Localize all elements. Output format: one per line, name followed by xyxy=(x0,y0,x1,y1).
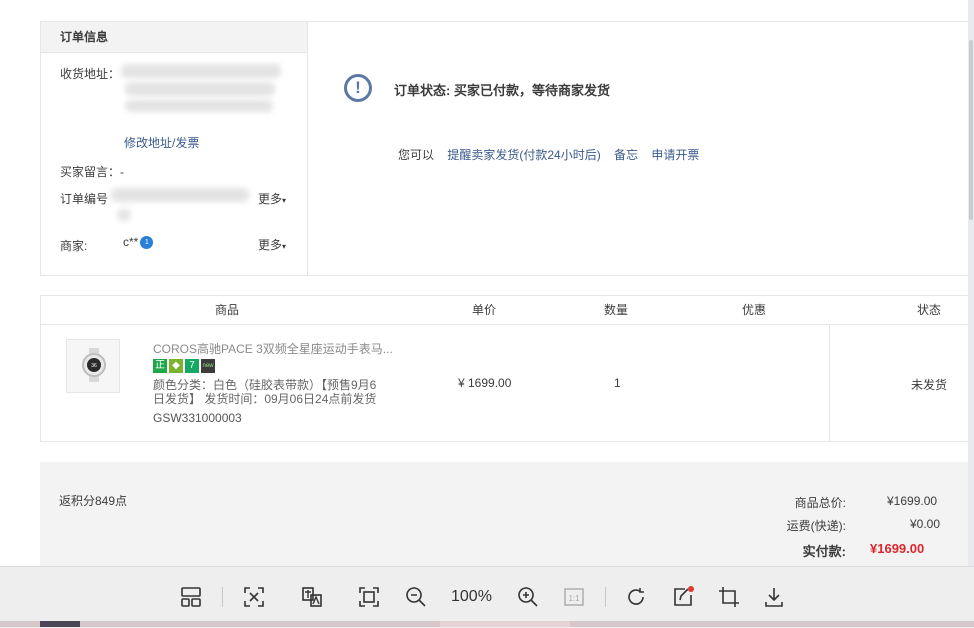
exclamation-circle-icon: ! xyxy=(344,74,372,102)
crop-icon xyxy=(719,587,739,607)
translate-button[interactable] xyxy=(298,583,326,611)
shipping-value: ¥0.00 xyxy=(910,517,941,531)
svg-text:36: 36 xyxy=(91,363,97,369)
background-window-strip xyxy=(0,621,974,627)
memo-link[interactable]: 备忘 xyxy=(614,148,638,162)
seller-label: 商家: xyxy=(60,239,88,253)
genuine-tag-icon: 正 xyxy=(153,358,167,373)
redacted-order-number xyxy=(117,209,131,221)
download-icon xyxy=(765,588,783,607)
redacted-address-line xyxy=(121,64,281,78)
product-sku: 颜色分类：白色（硅胶表带款）【预售9月6 日发货】 发货时间：09月06日24点… xyxy=(153,378,393,406)
extract-text-button[interactable] xyxy=(240,583,268,611)
rotate-button[interactable] xyxy=(622,583,650,611)
layout-button[interactable] xyxy=(177,583,205,611)
seller-name[interactable]: c** 1 xyxy=(123,235,154,250)
redacted-order-number xyxy=(111,188,249,202)
actual-size-icon: 1:1 xyxy=(564,588,584,606)
fit-screen-icon xyxy=(359,587,379,607)
modify-address-link[interactable]: 修改地址/发票 xyxy=(124,134,199,151)
goods-total-value: ¥1699.00 xyxy=(887,494,938,508)
buyer-message-label: 买家留言：- xyxy=(60,163,124,180)
header-discount: 优惠 xyxy=(742,303,767,317)
chevron-down-icon: ▾ xyxy=(281,196,286,205)
header-goods: 商品 xyxy=(215,303,240,317)
order-info-panel: 订单信息 收货地址： 修改地址/发票 买家留言：- 订单编号 更多▾ 商家: c… xyxy=(40,21,308,276)
redacted-address-line xyxy=(125,100,273,112)
buyer-message-value: - xyxy=(120,165,125,179)
product-thumbnail[interactable]: 36 xyxy=(66,339,120,393)
goods-table: 商品 单价 数量 优惠 状态 36 COROS高驰PACE 3双频全星座运动手表… xyxy=(40,295,974,442)
paid-value: ¥1699.00 xyxy=(870,541,925,556)
actual-size-button[interactable]: 1:1 xyxy=(560,583,588,611)
rotate-icon xyxy=(628,588,644,605)
crop-button[interactable] xyxy=(715,583,743,611)
edit-icon xyxy=(674,586,694,606)
product-tags: 正 ◆ 7 new xyxy=(153,358,217,373)
remind-seller-link[interactable]: 提醒卖家发货(付款24小时后) xyxy=(447,148,600,162)
edit-button[interactable] xyxy=(669,583,697,611)
order-actions: 您可以 提醒卖家发货(付款24小时后) 备忘 申请开票 xyxy=(398,146,699,163)
order-number-label: 订单编号 xyxy=(60,192,109,206)
reward-points: 返积分849点 xyxy=(59,494,128,508)
goods-total-label: 商品总价: xyxy=(794,496,846,510)
layout-icon xyxy=(181,587,201,607)
background-window-fragment xyxy=(440,621,570,627)
order-totals: 返积分849点 商品总价: ¥1699.00 运费(快递): ¥0.00 实付款… xyxy=(40,462,974,572)
state-value: 未发货 xyxy=(911,378,948,392)
toolbar-divider xyxy=(222,587,223,607)
android-tag-icon: ◆ xyxy=(169,358,183,373)
seller-name-text: c** xyxy=(123,235,139,249)
scrollbar-thumb[interactable] xyxy=(969,40,973,220)
redacted-address-line xyxy=(125,82,275,96)
sku-line-1: 颜色分类：白色（硅胶表带款）【预售9月6 xyxy=(153,378,377,392)
image-viewer-toolbar: 100% 1:1 xyxy=(0,566,974,628)
paid-label: 实付款: xyxy=(802,544,846,559)
svg-text:1:1: 1:1 xyxy=(568,594,580,603)
product-code: GSW331000003 xyxy=(153,411,242,425)
background-window-fragment xyxy=(40,621,80,627)
apply-invoice-link[interactable]: 申请开票 xyxy=(651,148,699,162)
shipping-label: 运费(快递): xyxy=(786,519,846,533)
scrollbar[interactable] xyxy=(968,0,974,627)
product-name-link[interactable]: COROS高驰PACE 3双频全星座运动手表马... xyxy=(153,340,393,357)
zoom-in-icon xyxy=(518,587,538,607)
buyer-message-label-text: 买家留言： xyxy=(60,165,121,179)
order-status-panel: ! 订单状态: 买家已付款，等待商家发货 您可以 提醒卖家发货(付款24小时后)… xyxy=(307,21,974,276)
new-tag-icon: new xyxy=(201,358,215,373)
order-detail-page: 订单信息 收货地址： 修改地址/发票 买家留言：- 订单编号 更多▾ 商家: c… xyxy=(0,0,974,628)
translate-icon xyxy=(302,587,322,607)
sku-line-2: 日发货】 发货时间：09月06日24点前发货 xyxy=(153,392,377,406)
chevron-down-icon: ▾ xyxy=(281,242,286,251)
state-cell: 未发货 xyxy=(829,324,974,441)
address-label: 收货地址： xyxy=(60,67,121,81)
order-status-text: 订单状态: 买家已付款，等待商家发货 xyxy=(394,83,610,98)
download-button[interactable] xyxy=(760,583,788,611)
text-scan-icon xyxy=(244,587,264,607)
goods-table-header: 商品 单价 数量 优惠 状态 xyxy=(41,296,974,325)
order-info-title: 订单信息 xyxy=(41,22,308,53)
toolbar-divider xyxy=(605,587,606,607)
seller-more-label: 更多 xyxy=(257,238,282,252)
quantity-value: 1 xyxy=(614,376,621,390)
chat-badge-icon[interactable]: 1 xyxy=(140,236,154,250)
header-unit-price: 单价 xyxy=(472,303,497,317)
seven-day-return-tag-icon: 7 xyxy=(185,358,199,373)
seller-more-dropdown[interactable]: 更多▾ xyxy=(258,236,286,253)
zoom-in-button[interactable] xyxy=(514,583,542,611)
header-state: 状态 xyxy=(917,303,942,317)
zoom-level: 100% xyxy=(451,588,492,605)
watch-image-icon: 36 xyxy=(82,348,106,382)
you-can-label: 您可以 xyxy=(398,148,435,162)
header-quantity: 数量 xyxy=(604,303,629,317)
unit-price-value: ¥ 1699.00 xyxy=(458,376,512,390)
order-more-dropdown[interactable]: 更多▾ xyxy=(258,190,286,207)
fit-screen-button[interactable] xyxy=(355,583,383,611)
zoom-out-button[interactable] xyxy=(402,583,430,611)
order-more-label: 更多 xyxy=(257,192,282,206)
zoom-out-icon xyxy=(406,587,426,607)
